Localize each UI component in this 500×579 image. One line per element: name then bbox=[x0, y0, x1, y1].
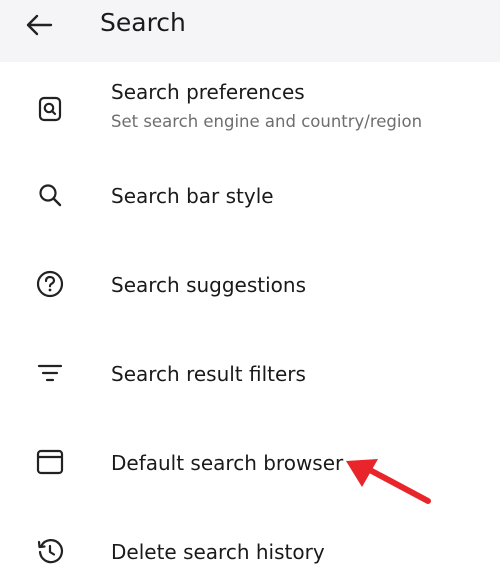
page-title: Search bbox=[100, 8, 186, 37]
magnifier-icon bbox=[34, 179, 66, 211]
item-title: Search preferences bbox=[111, 80, 305, 104]
settings-item-search-suggestions[interactable]: Search suggestions bbox=[0, 256, 500, 312]
browser-window-icon bbox=[34, 446, 66, 478]
settings-item-delete-search-history[interactable]: Delete search history bbox=[0, 523, 500, 579]
history-clock-icon bbox=[34, 535, 66, 567]
arrow-left-icon bbox=[26, 14, 53, 36]
item-title: Delete search history bbox=[111, 540, 325, 564]
item-title: Default search browser bbox=[111, 451, 344, 475]
settings-item-default-search-browser[interactable]: Default search browser bbox=[0, 434, 500, 490]
item-title: Search result filters bbox=[111, 362, 306, 386]
item-title: Search bar style bbox=[111, 184, 274, 208]
app-header: Search bbox=[0, 0, 500, 62]
item-title: Search suggestions bbox=[111, 273, 307, 297]
settings-item-search-result-filters[interactable]: Search result filters bbox=[0, 345, 500, 401]
question-circle-icon bbox=[34, 268, 66, 300]
filter-lines-icon bbox=[34, 357, 66, 389]
item-subtitle: Set search engine and country/region bbox=[111, 112, 423, 131]
settings-item-search-preferences[interactable]: Search preferences Set search engine and… bbox=[0, 76, 500, 140]
settings-item-search-bar-style[interactable]: Search bar style bbox=[0, 167, 500, 223]
search-in-box-icon bbox=[34, 93, 66, 125]
back-button[interactable] bbox=[20, 6, 58, 44]
